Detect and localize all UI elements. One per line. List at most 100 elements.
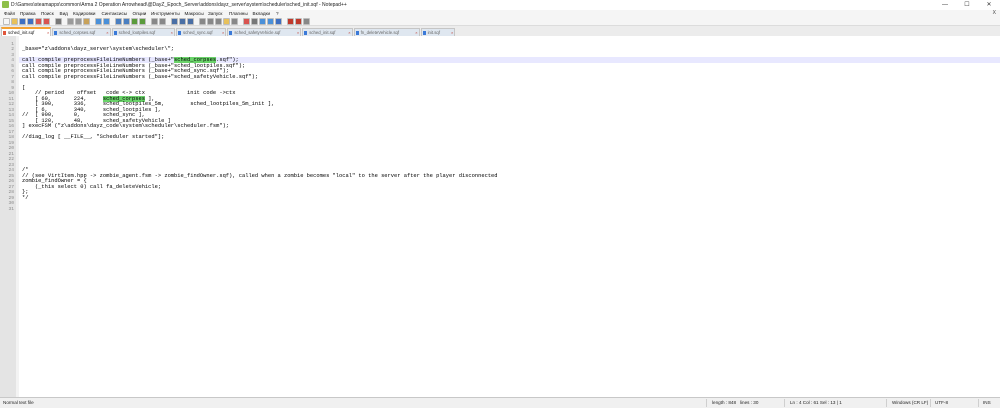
tab-label: sched_sync.sqf — [183, 30, 213, 35]
file-icon — [229, 31, 233, 35]
play-macro-icon[interactable] — [259, 18, 266, 25]
file-icon — [422, 31, 426, 35]
new-file-icon[interactable] — [3, 18, 10, 25]
maximize-button[interactable]: ☐ — [956, 0, 978, 10]
window-title: D:\Games\steamapps\common\Arma 2 Operati… — [11, 2, 347, 8]
code-line[interactable]: ] execFSM ("z\addons\dayz_code\system\sc… — [22, 123, 229, 130]
toolbar — [0, 17, 1000, 26]
wrap-icon[interactable] — [171, 18, 178, 25]
lang-icon[interactable] — [199, 18, 206, 25]
record-macro-icon[interactable] — [243, 18, 250, 25]
copy-icon[interactable] — [75, 18, 82, 25]
code-line[interactable]: //diag_log [ __FILE__, "Scheduler starte… — [22, 134, 164, 141]
tab-document[interactable]: sched_init.sqf × — [302, 28, 353, 36]
tab-close-icon[interactable]: × — [415, 29, 417, 36]
tab-document[interactable]: sched_corpses.sqf × — [52, 28, 111, 36]
save-all-icon[interactable] — [27, 18, 34, 25]
tab-label: fn_deleteVehicle.sqf — [360, 30, 400, 35]
sync-v-icon[interactable] — [151, 18, 158, 25]
code-line[interactable]: _base="z\addons\dayz_server\system\sched… — [22, 46, 174, 53]
close-all-icon[interactable] — [43, 18, 50, 25]
doc-map-icon[interactable] — [207, 18, 214, 25]
compare-icon[interactable] — [303, 18, 310, 25]
status-divider — [930, 399, 931, 407]
tab-close-icon[interactable]: × — [451, 29, 453, 36]
tab-close-icon[interactable]: × — [171, 29, 173, 36]
file-icon — [355, 31, 359, 35]
minimize-button[interactable]: — — [934, 0, 956, 10]
tab-document[interactable]: sched_lootpiles.sqf × — [111, 28, 175, 36]
status-divider — [784, 399, 785, 407]
save-icon[interactable] — [19, 18, 26, 25]
redo-icon[interactable] — [103, 18, 110, 25]
code-line[interactable]: */ — [22, 195, 28, 202]
func-list-icon[interactable] — [215, 18, 222, 25]
tab-label: sched_init.sqf — [8, 30, 35, 35]
menu-item-7[interactable]: Инструменты — [151, 10, 180, 17]
menu-item-6[interactable]: Опции — [133, 10, 147, 17]
undo-icon[interactable] — [95, 18, 102, 25]
code-line[interactable]: // (see VirtItem.hpp -> zombie_agent.fsm… — [22, 173, 498, 180]
status-divider — [886, 399, 887, 407]
spell-next-icon[interactable] — [295, 18, 302, 25]
spell-check-icon[interactable] — [287, 18, 294, 25]
print-icon[interactable] — [55, 18, 62, 25]
line-number: 31 — [8, 206, 14, 212]
close-document-icon[interactable]: X — [993, 10, 996, 17]
menu-item-2[interactable]: Поиск — [41, 10, 54, 17]
menu-item-0[interactable]: Файл — [4, 10, 15, 17]
zoom-out-icon[interactable] — [139, 18, 146, 25]
menu-bar: X Файл Правка Поиск Вид Кодировки Синтаксисы О… — [0, 10, 1000, 17]
zoom-in-icon[interactable] — [131, 18, 138, 25]
file-icon — [304, 31, 308, 35]
file-icon — [113, 31, 117, 35]
fold-margin[interactable] — [16, 36, 19, 397]
stop-macro-icon[interactable] — [251, 18, 258, 25]
replace-icon[interactable] — [123, 18, 130, 25]
tab-close-icon[interactable]: × — [222, 29, 224, 36]
file-icon — [3, 31, 6, 35]
menu-item-8[interactable]: Макросы — [185, 10, 204, 17]
tab-label: init.sqf — [427, 30, 441, 35]
monitor-icon[interactable] — [231, 18, 238, 25]
cut-icon[interactable] — [67, 18, 74, 25]
line-number-gutter: 1 2 3 4 5 6 7 8 9 10 11 12 13 14 15 16 17 18 19 20 21 22 23 24 2… — [0, 36, 17, 397]
indent-guide-icon[interactable] — [187, 18, 194, 25]
sync-h-icon[interactable] — [159, 18, 166, 25]
tab-document[interactable]: init.sqf × — [420, 28, 456, 36]
menu-item-11[interactable]: Вкладки — [253, 10, 271, 17]
close-icon[interactable] — [35, 18, 42, 25]
tab-close-icon[interactable]: × — [47, 29, 49, 36]
find-icon[interactable] — [115, 18, 122, 25]
paste-icon[interactable] — [83, 18, 90, 25]
status-divider — [978, 399, 979, 407]
menu-item-3[interactable]: Вид — [60, 10, 68, 17]
open-file-icon[interactable] — [11, 18, 18, 25]
code-line[interactable]: call compile preprocessFileLineNumbers (… — [22, 74, 258, 81]
close-window-button[interactable]: ✕ — [978, 0, 1000, 10]
menu-item-1[interactable]: Правка — [20, 10, 36, 17]
tab-label: sched_init.sqf — [309, 30, 336, 35]
menu-item-5[interactable]: Синтаксисы — [102, 10, 128, 17]
play-multi-icon[interactable] — [267, 18, 274, 25]
code-line[interactable]: (_this select 0) call fa_deleteVehicle; — [22, 184, 161, 191]
tab-label: sched_corpses.sqf — [59, 30, 96, 35]
all-chars-icon[interactable] — [179, 18, 186, 25]
tab-document[interactable]: sched_sync.sqf × — [176, 28, 227, 36]
editor-pane[interactable]: 1 2 3 4 5 6 7 8 9 10 11 12 13 14 15 16 17 18 19 20 21 22 23 24 2… — [0, 36, 1000, 397]
folder-workspace-icon[interactable] — [223, 18, 230, 25]
file-icon — [178, 31, 181, 35]
tab-close-icon[interactable]: × — [106, 29, 108, 36]
tab-close-icon[interactable]: × — [297, 29, 299, 36]
menu-item-12[interactable]: ? — [276, 10, 279, 17]
notepadpp-app-icon — [2, 1, 9, 8]
tab-document[interactable]: sched_init.sqf × — [1, 27, 52, 36]
menu-item-9[interactable]: Запуск — [208, 10, 222, 17]
tab-close-icon[interactable]: × — [348, 29, 350, 36]
menu-item-4[interactable]: Кодировки — [73, 10, 96, 17]
tab-document[interactable]: fn_deleteVehicle.sqf × — [353, 28, 420, 36]
save-macro-icon[interactable] — [275, 18, 282, 25]
file-icon — [54, 31, 58, 35]
menu-item-10[interactable]: Плагины — [229, 10, 248, 17]
tab-document[interactable]: sched_safetyVehicle.sqf × — [227, 28, 302, 36]
